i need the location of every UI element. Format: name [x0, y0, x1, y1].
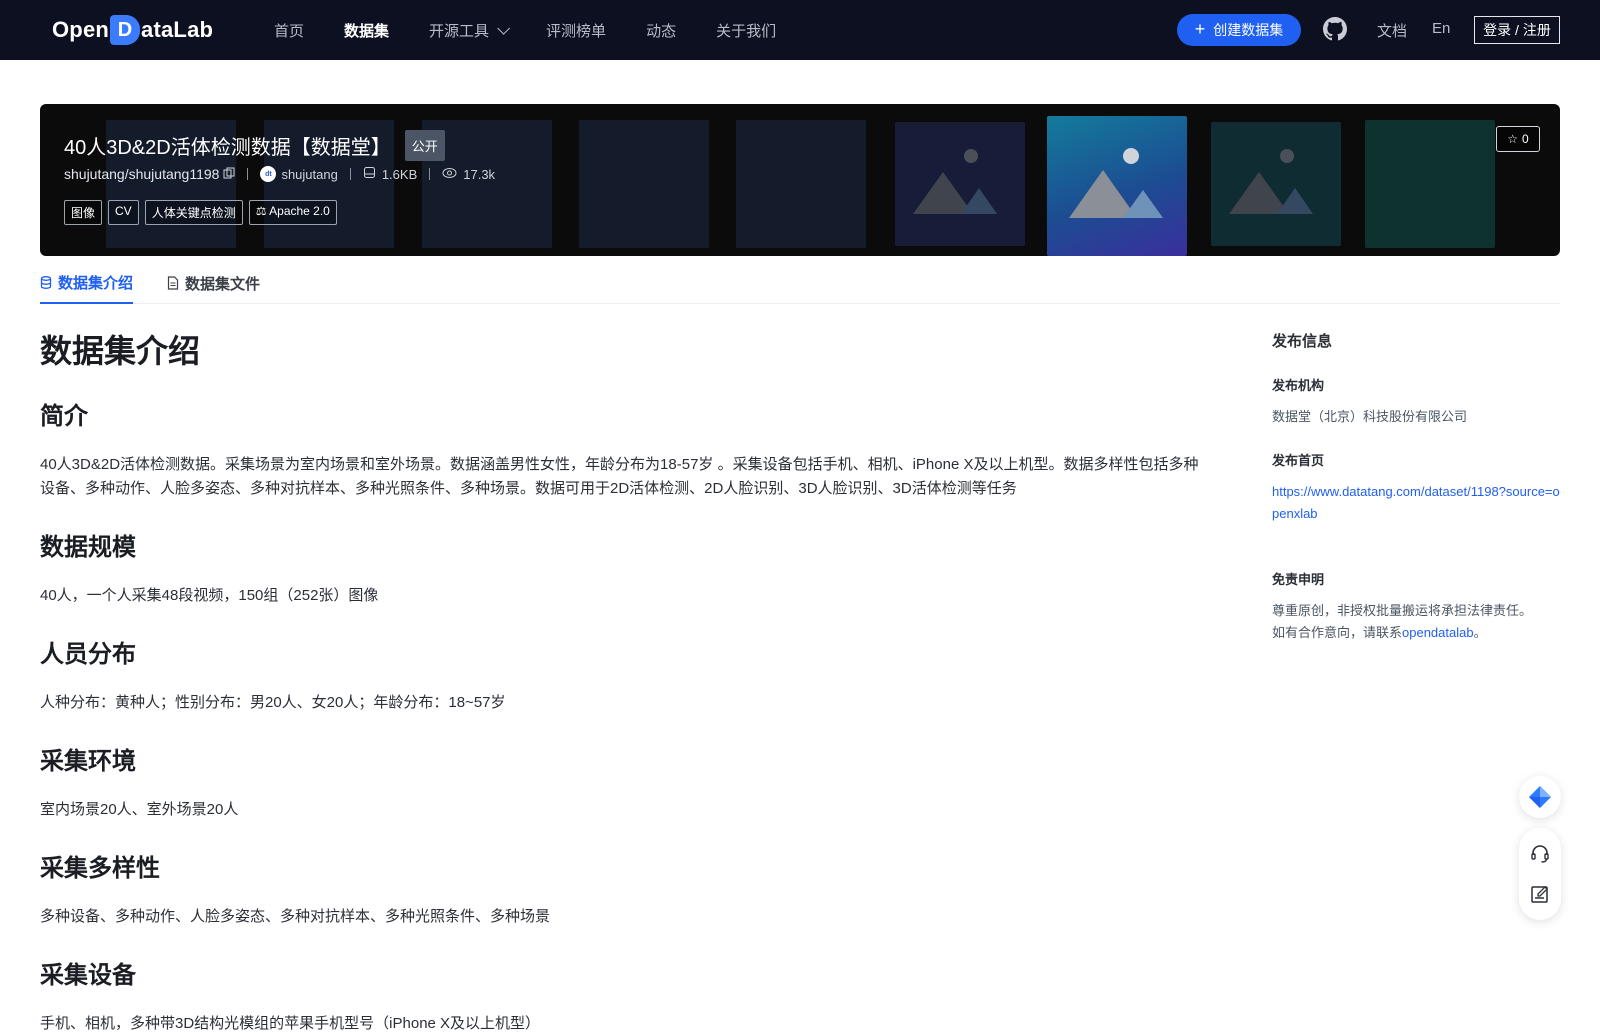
dataset-banner: 40人3D&2D活体检测数据【数据堂】 公开 shujutang/shujuta…: [40, 104, 1560, 256]
section-title: 简介: [40, 403, 88, 430]
section-title: 采集环境: [40, 748, 136, 775]
logo-text-open: Open: [52, 17, 110, 42]
nav-news[interactable]: 动态: [646, 20, 676, 41]
edit-note-icon: [1531, 886, 1548, 903]
preview-thumbnail[interactable]: [1365, 120, 1495, 248]
section-title: 数据规模: [40, 534, 136, 561]
section-body: 40人，一个人采集48段视频，150组（252张）图像: [40, 587, 379, 604]
publisher-org-label: 发布机构: [1272, 378, 1325, 393]
dataset-meta-row: shujutang/shujutang1198 dt shujutang 1.6…: [64, 166, 495, 182]
logo-text-atalab: ataLab: [141, 17, 214, 42]
login-register-button[interactable]: 登录 / 注册: [1474, 16, 1560, 44]
logo-d-mark: D: [110, 15, 141, 45]
scale-icon: ⚖: [255, 204, 267, 218]
database-icon: [40, 275, 52, 289]
tab-dataset-intro-label: 数据集介绍: [58, 274, 134, 292]
nav-open-tools-label: 开源工具: [429, 22, 490, 40]
publisher-name[interactable]: shujutang: [281, 167, 337, 182]
section-body: 室内场景20人、室外场景20人: [40, 801, 239, 818]
storage-icon: [363, 166, 376, 182]
license-label: Apache 2.0: [269, 204, 330, 218]
image-placeholder-icon: [913, 149, 997, 214]
publisher-org-value: 数据堂（北京）科技股份有限公司: [1272, 409, 1468, 424]
tag-cv[interactable]: CV: [108, 200, 139, 225]
publish-info-panel: 发布信息 发布机构 数据堂（北京）科技股份有限公司 发布首页 https://w…: [1272, 330, 1562, 644]
dataset-title: 40人3D&2D活体检测数据【数据堂】: [64, 137, 391, 159]
eye-icon: [442, 167, 457, 182]
github-icon[interactable]: [1323, 17, 1347, 41]
section-body: 手机、相机，多种带3D结构光模组的苹果手机型号（iPhone X及以上机型）: [40, 1015, 541, 1032]
meta-divider: [429, 168, 431, 180]
nav-open-tools[interactable]: 开源工具: [429, 20, 511, 41]
disclaimer-line: 尊重原创，非授权批量搬运将承担法律责任。: [1272, 603, 1533, 618]
preview-thumbnail[interactable]: [579, 120, 709, 248]
image-placeholder-icon: [1229, 149, 1313, 214]
disclaimer-prefix: 如有合作意向，请联系: [1272, 625, 1403, 640]
meta-divider: [247, 168, 249, 180]
create-dataset-label: 创建数据集: [1213, 22, 1284, 38]
headset-icon: [1531, 845, 1549, 863]
assistant-float-button[interactable]: [1519, 776, 1561, 818]
preview-thumbnail[interactable]: [1211, 122, 1341, 246]
page-title: 数据集介绍: [40, 333, 201, 369]
disclaimer-line: 如有合作意向，请联系opendatalab。: [1272, 622, 1562, 644]
section-title: 采集多样性: [40, 855, 160, 882]
section-body: 多种设备、多种动作、人脸多姿态、多种对抗样本、多种光照条件、多种场景: [40, 908, 551, 925]
dataset-intro-content: 数据集介绍 简介 40人3D&2D活体检测数据。采集场景为室内场景和室外场景。数…: [40, 326, 1200, 1036]
plus-icon: +: [1194, 19, 1206, 39]
star-count: 0: [1522, 132, 1529, 146]
file-icon: [167, 276, 179, 290]
disclaimer-text: 尊重原创，非授权批量搬运将承担法律责任。 如有合作意向，请联系opendatal…: [1272, 600, 1562, 644]
preview-thumbnail[interactable]: [895, 122, 1025, 246]
opendatalab-logo[interactable]: Open D ataLab: [52, 14, 213, 46]
preview-thumbnail-selected[interactable]: [1047, 116, 1187, 256]
tab-dataset-intro[interactable]: 数据集介绍: [40, 262, 134, 304]
publisher-home-value: https://www.datatang.com/dataset/1198?so…: [1272, 481, 1562, 525]
assistant-diamond-icon: [1529, 786, 1551, 808]
publisher-home-link[interactable]: https://www.datatang.com/dataset/1198?so…: [1272, 484, 1560, 521]
dataset-size: 1.6KB: [381, 166, 418, 182]
star-icon: ☆: [1507, 132, 1519, 146]
section-title: 人员分布: [40, 641, 136, 668]
preview-thumbnail[interactable]: [736, 120, 866, 248]
view-count: 17.3k: [463, 166, 496, 182]
nav-docs[interactable]: 文档: [1377, 20, 1407, 41]
nav-leaderboard[interactable]: 评测榜单: [546, 20, 606, 41]
main-nav-links: 首页 数据集 开源工具 评测榜单 动态 关于我们: [274, 0, 816, 60]
section-body: 40人3D&2D活体检测数据。采集场景为室内场景和室外场景。数据涵盖男性女性，年…: [40, 456, 1199, 497]
image-placeholder-icon: [1069, 148, 1163, 218]
meta-divider: [349, 168, 351, 180]
customer-service-button[interactable]: [1528, 842, 1552, 866]
section-body: 人种分布：黄种人；性别分布：男20人、女20人；年龄分布：18~57岁: [40, 694, 506, 711]
dataset-tabs: 数据集介绍 数据集文件: [40, 262, 1560, 304]
nav-home[interactable]: 首页: [274, 20, 304, 41]
disclaimer-suffix: 。: [1473, 625, 1487, 640]
publish-info-title: 发布信息: [1272, 333, 1333, 350]
section-title: 采集设备: [40, 962, 136, 989]
top-navbar: Open D ataLab 首页 数据集 开源工具 评测榜单 动态 关于我们 +…: [0, 0, 1600, 60]
publisher-home-label: 发布首页: [1272, 453, 1325, 468]
chevron-down-icon: [497, 21, 511, 35]
publisher-avatar: dt: [260, 166, 277, 182]
nav-datasets[interactable]: 数据集: [344, 20, 389, 41]
contact-link[interactable]: opendatalab: [1402, 625, 1474, 640]
tab-dataset-files-label: 数据集文件: [185, 275, 261, 293]
dataset-tags: 图像 CV 人体关键点检测 ⚖ Apache 2.0: [64, 200, 337, 225]
visibility-badge: 公开: [404, 130, 445, 161]
feedback-button[interactable]: [1528, 882, 1552, 906]
support-float-group: [1519, 828, 1561, 920]
nav-about[interactable]: 关于我们: [716, 20, 776, 41]
copy-icon[interactable]: [223, 167, 235, 182]
star-button[interactable]: ☆ 0: [1496, 126, 1540, 152]
disclaimer-label: 免责申明: [1272, 572, 1325, 587]
create-dataset-button[interactable]: + 创建数据集: [1177, 14, 1301, 46]
tab-dataset-files[interactable]: 数据集文件: [167, 262, 260, 304]
tag-image[interactable]: 图像: [64, 200, 103, 225]
language-switch[interactable]: En: [1432, 20, 1450, 37]
dataset-path: shujutang/shujutang1198: [64, 166, 220, 182]
license-tag[interactable]: ⚖ Apache 2.0: [248, 200, 337, 225]
dataset-title-row: 40人3D&2D活体检测数据【数据堂】 公开: [64, 130, 445, 161]
tag-keypoint-detection[interactable]: 人体关键点检测: [144, 200, 243, 225]
